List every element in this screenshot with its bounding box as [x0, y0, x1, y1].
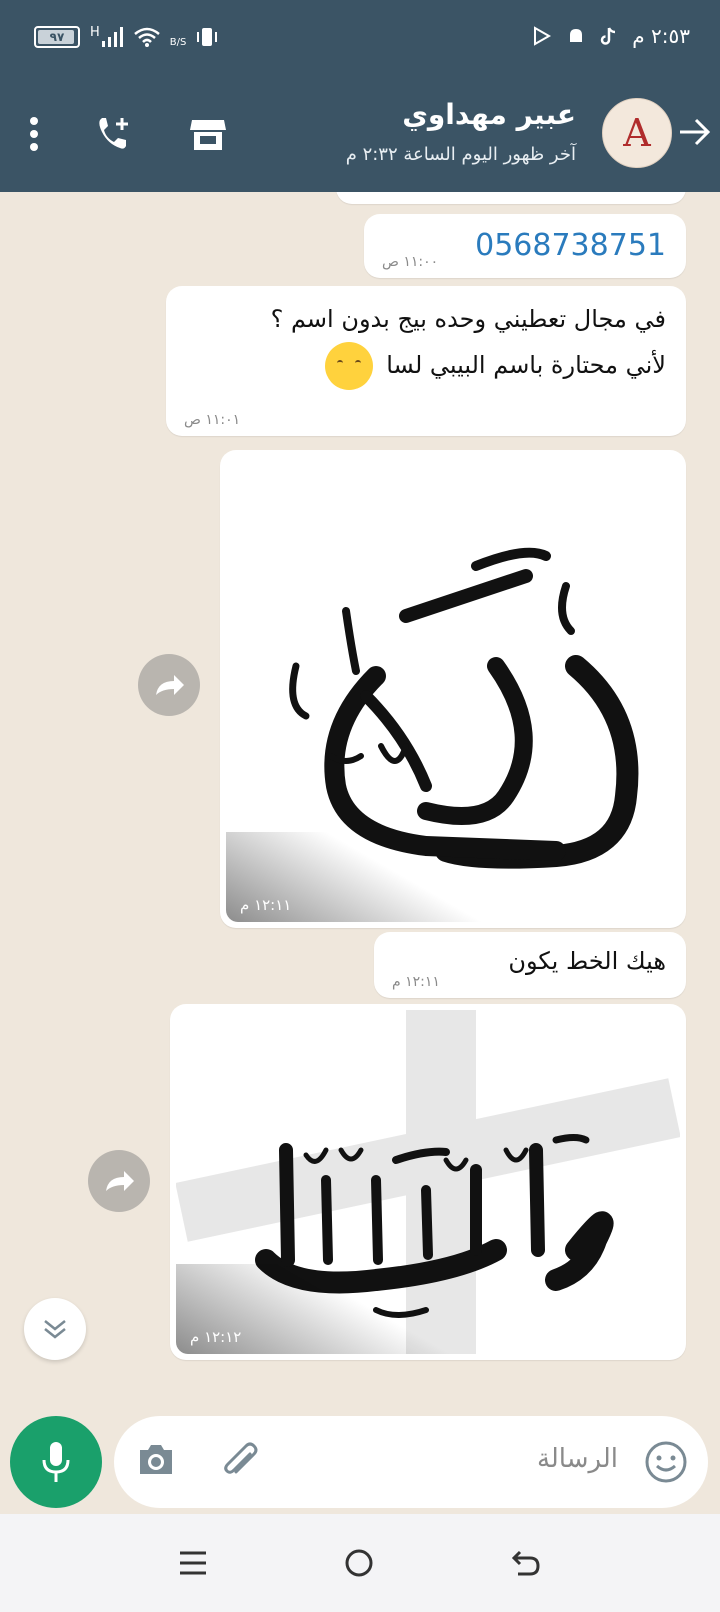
- image-message[interactable]: ١٢:١٢ م: [170, 1004, 686, 1360]
- message-line: في مجال تعطيني وحده بيج بدون اسم ؟: [270, 305, 666, 333]
- image-message[interactable]: ١٢:١١ م: [220, 450, 686, 928]
- emoji-icon[interactable]: [644, 1440, 688, 1484]
- message-bubble[interactable]: هيك الخط يكون ١٢:١١ م: [374, 932, 686, 998]
- message-time: ١١:٠٠ ص: [382, 254, 439, 270]
- message-time: ١١:٠١ ص: [184, 412, 241, 428]
- system-nav-bar: [0, 1514, 720, 1612]
- chevrons-down-icon: [44, 1320, 66, 1339]
- message-time: ١٢:١٢ م: [190, 1328, 242, 1346]
- calligraphy-image[interactable]: ١٢:١١ م: [226, 456, 680, 922]
- avatar-letter: A: [623, 111, 651, 155]
- back-icon[interactable]: [510, 1548, 542, 1578]
- message-line: لأني محتارة باسم البيبي لسا: [186, 342, 666, 390]
- signal-icon: [101, 27, 124, 47]
- data-speed: B/S: [169, 36, 187, 48]
- message-text: في مجال تعطيني وحده بيج بدون اسم ؟ لأني …: [166, 286, 686, 390]
- forward-icon: [106, 1171, 134, 1191]
- battery-level: ٩٧: [49, 30, 65, 44]
- message-input[interactable]: الرسالة: [114, 1416, 708, 1508]
- mic-button[interactable]: [10, 1416, 102, 1508]
- avatar[interactable]: A: [602, 98, 672, 168]
- crying-smile-emoji-icon: [324, 342, 373, 390]
- partial-message: [336, 192, 686, 204]
- mic-icon: [42, 1442, 70, 1482]
- phone-link[interactable]: 0568738751: [475, 228, 666, 263]
- status-left: ٩٧ H B/S: [34, 24, 218, 48]
- last-seen: آخر ظهور اليوم الساعة ٢:٣٢ م: [345, 144, 576, 165]
- camera-icon[interactable]: [136, 1442, 176, 1478]
- message-bubble[interactable]: في مجال تعطيني وحده بيج بدون اسم ؟ لأني …: [166, 286, 686, 436]
- forward-button[interactable]: [88, 1150, 150, 1212]
- store-icon[interactable]: [188, 116, 228, 152]
- add-call-icon[interactable]: [94, 114, 134, 154]
- forward-icon: [156, 675, 184, 695]
- arrow-right-icon[interactable]: [676, 114, 712, 150]
- play-store-icon: [532, 26, 552, 46]
- scroll-to-bottom-button[interactable]: [24, 1298, 86, 1360]
- message-placeholder: الرسالة: [536, 1444, 618, 1474]
- status-bar: ٩٧ H B/S ٢:٥٣ م: [0, 0, 720, 84]
- more-vert-icon[interactable]: [28, 116, 40, 152]
- message-bubble[interactable]: 0568738751 ١١:٠٠ ص: [364, 214, 686, 278]
- clock: ٢:٥٣ م: [632, 24, 690, 48]
- network-type: H: [90, 24, 100, 40]
- composer: الرسالة: [0, 1414, 720, 1514]
- vibrate-icon: [196, 26, 218, 48]
- tiktok-icon: [600, 26, 618, 46]
- chat-header: A عبير مهداوي آخر ظهور اليوم الساعة ٢:٣٢…: [0, 84, 720, 192]
- battery-icon: ٩٧: [34, 26, 80, 48]
- calligraphy-image[interactable]: ١٢:١٢ م: [176, 1010, 680, 1354]
- recent-apps-icon[interactable]: [178, 1549, 208, 1577]
- chat-area[interactable]: 0568738751 ١١:٠٠ ص في مجال تعطيني وحده ب…: [0, 192, 720, 1414]
- home-icon[interactable]: [343, 1547, 375, 1579]
- android-icon: [566, 26, 586, 46]
- contact-name[interactable]: عبير مهداوي: [402, 98, 576, 131]
- wifi-icon: [133, 27, 160, 47]
- message-line-text: لأني محتارة باسم البيبي لسا: [386, 351, 666, 379]
- status-right: ٢:٥٣ م: [532, 24, 690, 48]
- message-time: ١٢:١١ م: [240, 896, 292, 914]
- message-time: ١٢:١١ م: [392, 974, 440, 990]
- paperclip-icon[interactable]: [220, 1440, 262, 1482]
- header-actions: [28, 114, 228, 154]
- forward-button[interactable]: [138, 654, 200, 716]
